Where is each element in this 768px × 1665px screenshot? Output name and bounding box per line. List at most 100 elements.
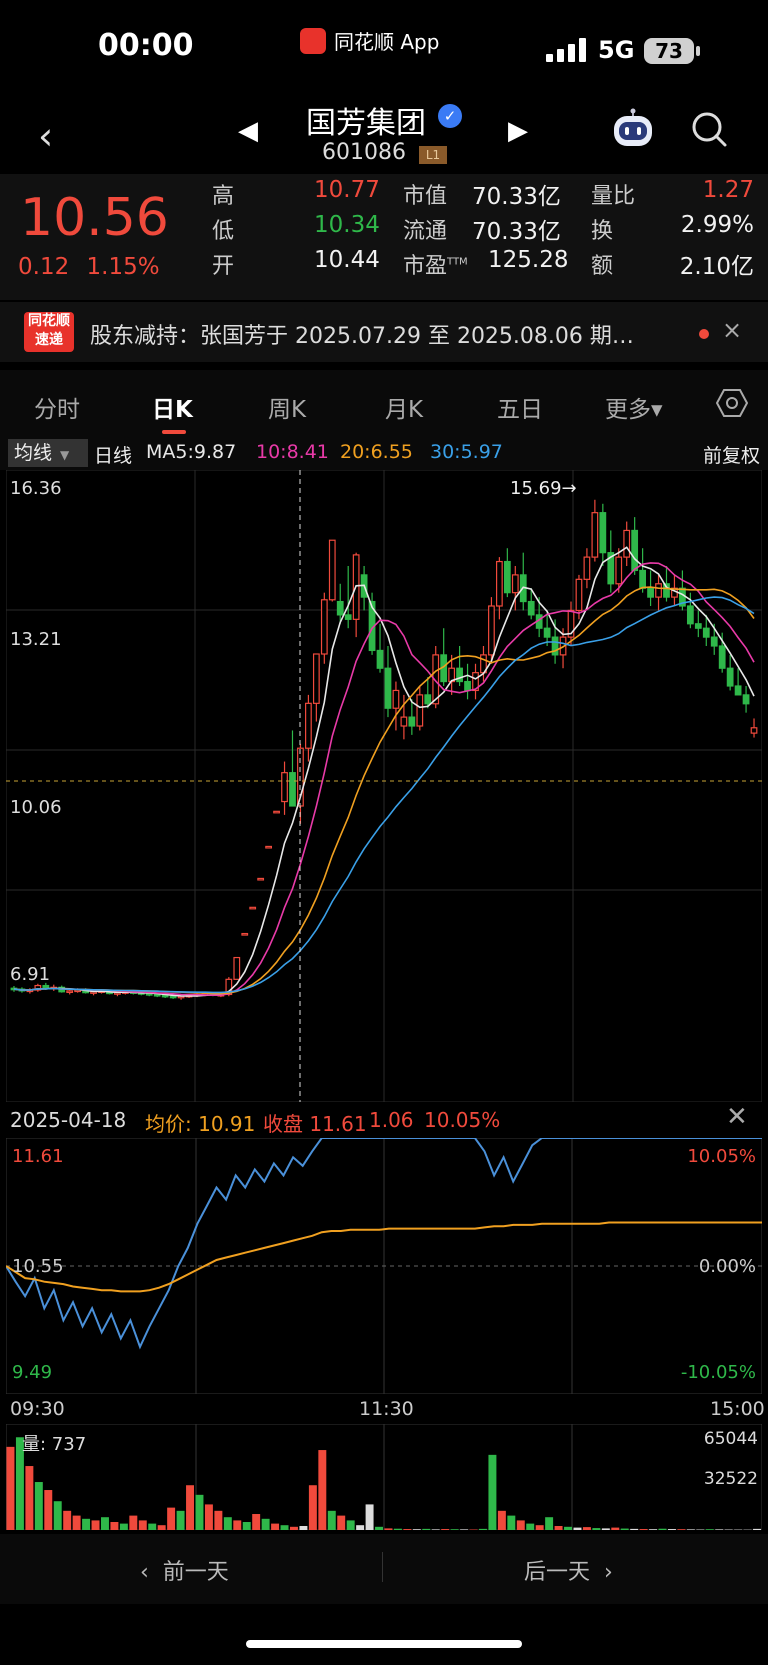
peak-label: 15.69→ <box>510 478 577 499</box>
candle-body <box>599 512 607 554</box>
volume-bar <box>365 1504 374 1530</box>
search-icon[interactable] <box>690 110 728 148</box>
volume-bar <box>649 1529 658 1530</box>
volume-bar <box>441 1529 450 1530</box>
time-axis: 09:30 11:30 15:00 <box>0 1396 768 1424</box>
volume-bar <box>63 1510 72 1530</box>
active-tab-indicator <box>162 430 186 434</box>
candle-body <box>647 587 654 598</box>
volume-bar <box>356 1525 365 1530</box>
volume-bar <box>507 1515 516 1530</box>
volume-bar <box>545 1517 554 1530</box>
candle-body <box>312 653 320 704</box>
change-percent: 1.15% <box>86 254 160 280</box>
close-price: 收盘 11.61 <box>263 1112 367 1136</box>
battery-icon: 73 <box>644 38 700 64</box>
candle-body <box>631 529 639 572</box>
level-badge: L1 <box>419 146 447 164</box>
volume-bar <box>82 1518 91 1530</box>
volume-bar <box>431 1529 440 1530</box>
candle-body <box>42 984 50 989</box>
volume-bar <box>753 1528 761 1530</box>
prev-stock-icon[interactable]: ◀ <box>238 116 258 146</box>
volume-bar <box>393 1528 402 1530</box>
high-label: 高 <box>212 184 235 209</box>
volume-tick: 65044 <box>704 1429 758 1449</box>
news-text[interactable]: 股东减持：张国芳于 2025.07.29 至 2025.08.06 期… <box>90 318 670 350</box>
tab-weekly-k[interactable]: 周K <box>268 390 306 424</box>
chevron-left-icon[interactable]: ‹ <box>38 114 53 158</box>
adjust-mode[interactable]: 前复权 <box>703 441 760 468</box>
volume-bar <box>582 1527 591 1530</box>
volume-bar <box>129 1515 138 1530</box>
last-price: 10.56 <box>20 188 169 248</box>
app-name[interactable]: 同花顺 App <box>300 26 439 55</box>
candle-body <box>344 614 352 620</box>
volume-bar <box>110 1522 119 1530</box>
news-ticker[interactable]: 同花顺 速递 股东减持：张国芳于 2025.07.29 至 2025.08.06… <box>0 302 768 362</box>
volume-bar <box>186 1485 194 1530</box>
app-icon <box>300 27 326 54</box>
tab-five-day[interactable]: 五日 <box>497 390 543 424</box>
chart-tabs: 分时 日K 周K 月K 五日 更多▾ <box>0 370 768 436</box>
robot-assistant-icon[interactable] <box>610 108 656 148</box>
ma-line-type: 日线 <box>94 445 133 467</box>
volume-bar <box>422 1528 431 1530</box>
volume-bar <box>233 1520 242 1530</box>
volume-chart[interactable]: 量: 737 65044 32522 <box>6 1424 762 1530</box>
high-value: 10.77 <box>314 177 380 203</box>
volratio-value: 1.27 <box>702 177 754 203</box>
ma-legend: 均线 ▼ 日线 MA5:9.87 10:8.41 20:6.55 30:5.97 … <box>0 436 768 470</box>
next-day-button[interactable]: 后一天 › <box>524 1554 613 1586</box>
volume-bar <box>677 1529 686 1530</box>
candle-body <box>710 636 718 647</box>
intraday-pct-high: 10.05% <box>687 1146 756 1167</box>
candle-body <box>495 560 503 607</box>
kline-y-label: 13.21 <box>10 629 62 650</box>
tab-fenshi[interactable]: 分时 <box>34 390 80 424</box>
candle-body <box>289 772 296 807</box>
quote-panel: 10.56 0.12 1.15% 高 10.77 低 10.34 开 10.44… <box>0 174 768 300</box>
volume-bar <box>375 1526 383 1530</box>
close-icon[interactable]: × <box>722 316 742 344</box>
candle-body <box>488 605 495 656</box>
volume-bar <box>34 1482 43 1530</box>
amount-label: 额 <box>591 254 614 279</box>
pe-label: 市盈TTM <box>403 248 468 280</box>
volume-bar <box>337 1515 346 1530</box>
candle-body <box>702 627 710 638</box>
volume-bar <box>403 1529 412 1530</box>
float-label: 流通 <box>403 219 448 244</box>
intraday-date: 2025-04-18 <box>10 1108 127 1132</box>
kline-chart[interactable]: 16.36 13.21 10.06 6.91 15.69→ <box>6 470 762 1102</box>
open-label: 开 <box>212 254 235 279</box>
ma-selector[interactable]: 均线 ▼ <box>8 439 88 467</box>
prev-day-button[interactable]: ‹ 前一天 <box>140 1554 229 1586</box>
volume-bar <box>479 1528 487 1530</box>
intraday-chart[interactable]: 11.61 10.55 9.49 10.05% 0.00% -10.05% <box>6 1138 762 1394</box>
close-icon[interactable]: ✕ <box>726 1102 748 1132</box>
intraday-change: 1.06 <box>369 1108 414 1132</box>
volume-bar <box>252 1514 261 1530</box>
low-label: 低 <box>212 219 235 244</box>
intraday-header: 2025-04-18 均价: 10.91 收盘 11.61 1.06 10.05… <box>0 1102 768 1138</box>
next-stock-icon[interactable]: ▶ <box>508 116 528 146</box>
tab-monthly-k[interactable]: 月K <box>385 390 423 424</box>
news-logo-line2: 速递 <box>35 332 63 348</box>
divider <box>382 1552 383 1582</box>
settings-icon[interactable] <box>716 388 748 418</box>
candle-body <box>376 649 384 669</box>
volume-bar <box>72 1515 81 1530</box>
candle-body <box>527 600 535 616</box>
time-label: 11:30 <box>359 1398 414 1420</box>
intraday-y-low: 9.49 <box>12 1362 52 1383</box>
volume-bar <box>138 1520 147 1530</box>
kline-grid <box>6 470 762 1102</box>
tab-more[interactable]: 更多▾ <box>605 390 663 424</box>
volume-bar <box>157 1525 166 1530</box>
volume-bar <box>119 1523 128 1530</box>
home-indicator[interactable] <box>246 1640 522 1648</box>
tab-daily-k[interactable]: 日K <box>152 390 193 424</box>
ma20-value: 20:6.55 <box>340 441 413 463</box>
volratio-label: 量比 <box>591 184 636 209</box>
